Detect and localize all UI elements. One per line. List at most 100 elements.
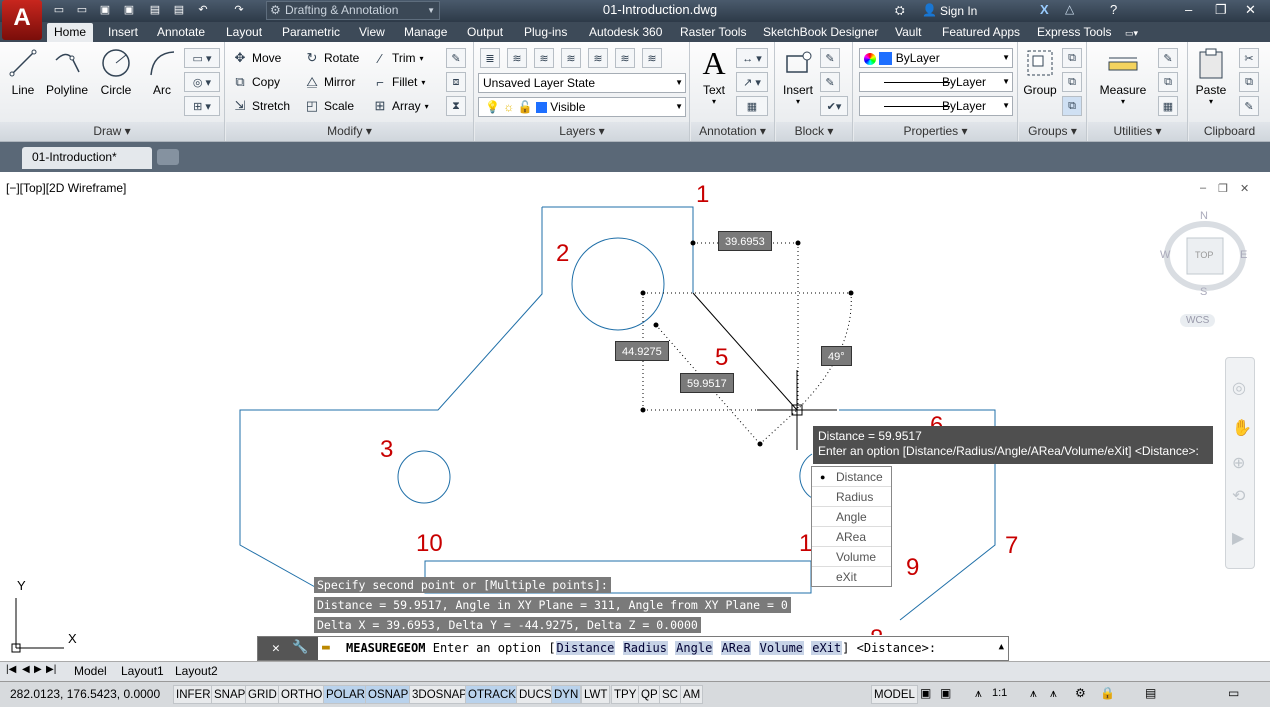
match-properties-button[interactable]: ✎ [1239,96,1259,116]
new-icon[interactable]: ▭ [50,2,68,19]
array-button[interactable]: ⊞ Array ▾ [372,96,429,116]
viewcube[interactable]: N S E W TOP WCS [1160,210,1250,330]
cmd-opt-radius[interactable]: Radius [622,641,668,655]
restore-icon[interactable]: ❐ [1215,2,1227,18]
coordinates-readout[interactable]: 282.0123, 176.5423, 0.0000 [10,687,160,701]
color-select[interactable]: ByLayer ▼ [859,48,1013,68]
group-selection-button[interactable]: ⧉ [1062,96,1082,116]
cmd-opt-area[interactable]: ARea [720,641,752,655]
compass-s[interactable]: S [1200,286,1207,298]
layer-tool-4[interactable]: ≋ [588,48,608,68]
ribbon-minimize-icon[interactable]: ▭▾ [1125,28,1138,39]
arc-button[interactable]: Arc [144,46,180,97]
cmd-opt-angle[interactable]: Angle [675,641,714,655]
status-ortho[interactable]: ORTHO [278,685,326,704]
draw-panel-title[interactable]: Draw ▾ [0,122,224,141]
menu-item-angle[interactable]: Angle [812,507,891,527]
tab-insert[interactable]: Insert [108,25,138,39]
status-sc[interactable]: SC [659,685,681,704]
edit-block-button[interactable]: ✎ [820,72,840,92]
tab-parametric[interactable]: Parametric [282,25,340,39]
hardware-accel-icon[interactable]: ▤ [1145,686,1156,700]
tab-layout1[interactable]: Layout1 [121,664,164,678]
leader-button[interactable]: ↗ ▾ [736,72,768,92]
text-button[interactable]: A Text ▾ [696,45,732,107]
cmd-opt-distance[interactable]: Distance [555,641,616,655]
polyline-button[interactable]: Polyline [44,46,90,97]
compass-e[interactable]: E [1240,249,1247,261]
help-icon[interactable]: ? [1110,2,1117,17]
status-ducs[interactable]: DUCS [516,685,555,704]
save-icon[interactable]: ▣ [96,2,114,19]
quick-select-button[interactable]: ✎ [1158,48,1178,68]
tab-output[interactable]: Output [467,25,503,39]
layout-grid-icon[interactable]: ▣ [920,686,931,700]
command-history-arrow-icon[interactable]: ▲ [999,642,1004,652]
redo-icon[interactable]: ↷ [230,2,248,19]
tab-view[interactable]: View [359,25,385,39]
cmd-opt-exit[interactable]: eXit [811,641,843,655]
erase-button[interactable]: ✎ [446,48,466,68]
viewcube-top-face[interactable]: TOP [1195,250,1213,260]
close-icon[interactable]: ✕ [1245,2,1256,18]
trim-button[interactable]: ⁄ Trim ▾ [372,48,424,68]
block-attributes-button[interactable]: ✔▾ [820,96,848,116]
status-dyn[interactable]: DYN [551,685,582,704]
groups-panel-title[interactable]: Groups ▾ [1019,122,1086,141]
tab-plugins[interactable]: Plug-ins [524,25,567,39]
layer-tool-5[interactable]: ≋ [615,48,635,68]
mirror-button[interactable]: ⧋ Mirror [304,72,355,92]
tab-sketchbook[interactable]: SketchBook Designer [763,25,878,39]
line-button[interactable]: Line [6,46,40,97]
tab-model[interactable]: Model [74,664,107,678]
command-line-grip[interactable]: ✕ 🔧 [258,637,318,660]
prev-tab-arrow-icon[interactable]: ◀ [22,664,30,675]
undo-icon[interactable]: ↶ [194,2,212,19]
first-tab-arrow-icon[interactable]: |◀ [6,664,16,675]
status-infer[interactable]: INFER [173,685,214,704]
hatch-button[interactable]: ◎ ▾ [184,72,220,92]
lineweight-select[interactable]: ByLayer ▼ [859,96,1013,116]
wrench-icon[interactable]: 🔧 [292,640,308,655]
group-button[interactable]: Group [1021,46,1059,97]
region-button[interactable]: ⊞ ▾ [184,96,220,116]
block-panel-title[interactable]: Block ▾ [776,122,852,141]
status-snap[interactable]: SNAP [211,685,249,704]
tab-featured-apps[interactable]: Featured Apps [942,25,1020,39]
status-qp[interactable]: QP [638,685,661,704]
menu-item-distance[interactable]: Distance [812,467,891,487]
workspace-select[interactable]: ⚙ Drafting & Annotation ▼ [266,1,440,20]
annotation-scale-icon[interactable]: ⩚ [975,686,982,701]
open-icon[interactable]: ▭ [73,2,91,19]
tab-layout[interactable]: Layout [226,25,262,39]
drawing-canvas[interactable] [0,172,1270,660]
tab-home[interactable]: Home [47,23,94,42]
viewport-close-icon[interactable]: ✕ [1240,182,1249,195]
clean-screen-icon[interactable]: ▭ [1228,686,1239,700]
cmd-opt-volume[interactable]: Volume [758,641,805,655]
wcs-menu[interactable]: WCS [1180,314,1216,327]
status-polar[interactable]: POLAR [323,685,368,704]
modify-panel-title[interactable]: Modify ▾ [226,122,473,141]
compass-w[interactable]: W [1160,249,1170,261]
steering-wheel-icon[interactable]: ◎ [1232,378,1246,398]
status-lwt[interactable]: LWT [581,685,611,704]
showmotion-icon[interactable]: ▶ [1232,528,1244,548]
annotation-visibility-icon[interactable]: ⩚ [1030,686,1037,701]
orbit-icon[interactable]: ⟲ [1232,486,1245,506]
table-button[interactable]: ▦ [736,96,768,116]
pan-icon[interactable]: ✋ [1232,418,1252,438]
tab-vault[interactable]: Vault [895,25,921,39]
minimize-icon[interactable]: – [1185,2,1192,17]
annotation-scale[interactable]: 1:1 [992,687,1007,699]
tab-annotate[interactable]: Annotate [157,25,205,39]
sign-in-link[interactable]: Sign In [940,4,977,18]
layers-panel-title[interactable]: Layers ▾ [475,122,689,141]
next-tab-arrow-icon[interactable]: ▶ [34,664,42,675]
fillet-button[interactable]: ⌐ Fillet ▾ [372,72,425,92]
move-button[interactable]: ✥ Move [232,48,282,68]
menu-item-radius[interactable]: Radius [812,487,891,507]
properties-panel-title[interactable]: Properties ▾ [854,122,1017,141]
print-icon[interactable]: ▤ [170,2,188,19]
layer-tool-2[interactable]: ≋ [534,48,554,68]
